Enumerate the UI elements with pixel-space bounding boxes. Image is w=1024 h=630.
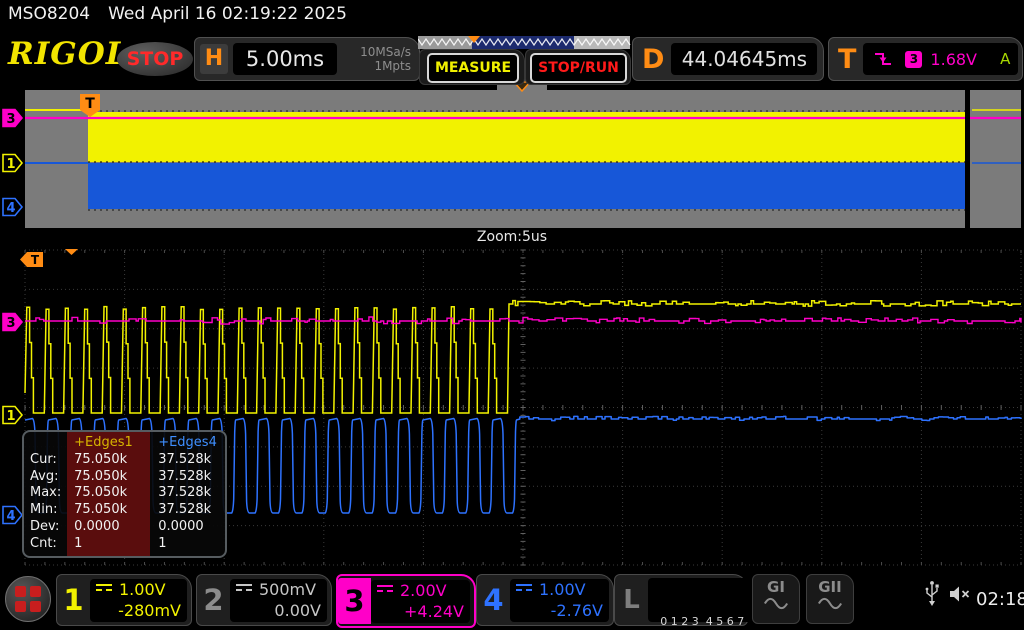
channel-4-values: 1.00V -2.76V: [510, 579, 609, 622]
svg-text:3: 3: [6, 316, 15, 331]
sine-wave-icon: [762, 597, 790, 610]
channel-4-box[interactable]: 4 1.00V -2.76V: [476, 574, 614, 626]
clock: 02:18: [976, 589, 1024, 610]
svg-text:T: T: [85, 96, 95, 112]
dc-coupling-icon: [377, 585, 393, 596]
sample-rate: 10MSa/s: [337, 45, 411, 59]
measurement-column-edges4: +Edges4 37.528k 37.528k 37.528k 37.528k …: [150, 432, 225, 556]
channel-4-number: 4: [477, 583, 510, 617]
channel-3-box[interactable]: 3 2.00V +4.24V: [336, 574, 476, 628]
oscilloscope-screen: MSO8204Wed April 16 02:19:22 2025 T314T3…: [0, 0, 1024, 630]
channel-3-values: 2.00V +4.24V: [371, 580, 470, 623]
trigger-info: 3 1.68V A: [863, 43, 1018, 75]
falling-edge-trigger-icon: [873, 50, 893, 68]
logic-channel-numbers: 0 1 2 3 4 5 6 7 8 9 1011 12131415: [648, 578, 756, 622]
channel-1-box[interactable]: 1 1.00V -280mV: [56, 574, 192, 626]
trigger-settings[interactable]: T 3 1.68V A: [828, 37, 1023, 81]
sine-wave-icon: [816, 597, 844, 610]
usb-icon: [924, 580, 940, 608]
horizontal-icon: H: [200, 44, 228, 74]
channel-1-values: 1.00V -280mV: [90, 579, 187, 622]
svg-text:1: 1: [6, 409, 15, 424]
rigol-logo: RIGOL: [8, 36, 129, 72]
generator-1-button[interactable]: GI: [752, 574, 800, 624]
dc-coupling-icon: [236, 584, 252, 595]
svg-text:4: 4: [6, 509, 15, 524]
trigger-mode: A: [1000, 50, 1010, 68]
generator-2-button[interactable]: GII: [806, 574, 854, 624]
channel-2-offset: 0.00V: [236, 601, 321, 620]
measurement-header-edges4: +Edges4: [158, 435, 225, 452]
channel-2-box[interactable]: 2 500mV 0.00V: [196, 574, 332, 626]
zoom-timebase-label: Zoom:5us: [0, 229, 1024, 245]
channel-3-offset: +4.24V: [377, 602, 464, 621]
svg-text:3: 3: [6, 112, 15, 127]
measurement-header-edges1: +Edges1: [74, 435, 150, 452]
dc-coupling-icon: [516, 584, 532, 595]
menu-grid-icon: [15, 586, 26, 597]
dc-coupling-icon: [96, 584, 112, 595]
trigger-source-badge: 3: [905, 51, 922, 68]
timebase-value: 5.00ms: [233, 43, 337, 75]
measure-button[interactable]: MEASURE: [427, 53, 519, 83]
svg-text:4: 4: [6, 201, 15, 216]
svg-text:1: 1: [6, 157, 15, 172]
channel-3-number: 3: [338, 578, 371, 624]
channel-4-scale: 1.00V: [539, 580, 586, 599]
run-state-badge[interactable]: STOP: [117, 42, 193, 76]
channel-3-scale: 2.00V: [400, 581, 447, 600]
trigger-level: 1.68V: [930, 50, 977, 69]
measurement-statistics-panel: Cur: Avg: Max: Min: Dev: Cnt: +Edges1 75…: [22, 430, 227, 558]
delay-settings[interactable]: D 44.04645ms: [632, 37, 824, 81]
horizontal-settings[interactable]: H 5.00ms 10MSa/s 1Mpts: [194, 37, 420, 81]
channel-4-offset: -2.76V: [516, 601, 603, 620]
channel-1-offset: -280mV: [96, 601, 181, 620]
channel-1-number: 1: [57, 583, 90, 617]
logic-label: L: [615, 585, 648, 615]
logic-channels-box[interactable]: L 0 1 2 3 4 5 6 7 8 9 1011 12131415: [614, 574, 748, 626]
svg-text:T: T: [31, 253, 40, 267]
speaker-muted-icon[interactable]: [948, 585, 971, 603]
channel-2-values: 500mV 0.00V: [230, 579, 327, 622]
stop-run-button[interactable]: STOP/RUN: [530, 53, 627, 83]
memory-depth: 1Mpts: [337, 59, 411, 73]
measurement-column-edges1: +Edges1 75.050k 75.050k 75.050k 75.050k …: [67, 432, 150, 556]
acquisition-info: 10MSa/s 1Mpts: [337, 45, 419, 73]
channel-2-number: 2: [197, 583, 230, 617]
measurement-row-labels: Cur: Avg: Max: Min: Dev: Cnt:: [24, 432, 67, 556]
delay-value: 44.04645ms: [671, 43, 817, 75]
trigger-icon: T: [838, 44, 856, 75]
channel-1-scale: 1.00V: [119, 580, 166, 599]
delay-icon: D: [642, 44, 664, 75]
channel-2-scale: 500mV: [259, 580, 316, 599]
menu-button[interactable]: [5, 576, 51, 622]
